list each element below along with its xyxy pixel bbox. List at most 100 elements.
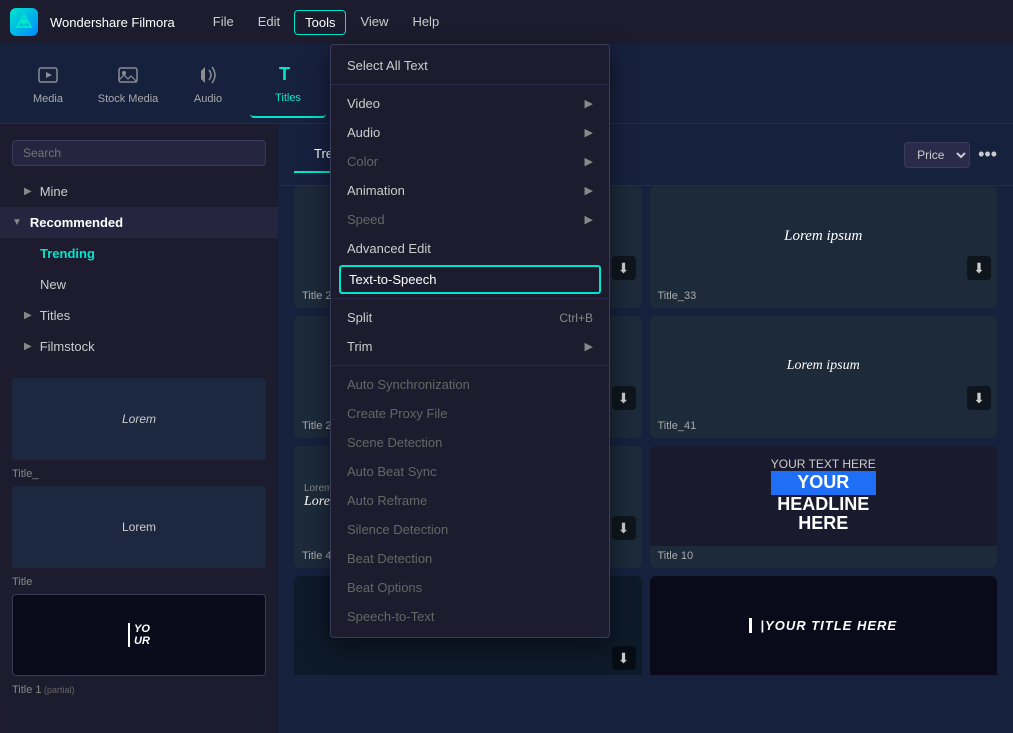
- card-label-33: Title_33: [650, 286, 998, 308]
- menu-divider-2: [331, 298, 609, 299]
- submenu-arrow-color: ▶: [585, 155, 593, 168]
- left-card-1[interactable]: Lorem: [12, 378, 266, 460]
- tab-media[interactable]: Media: [10, 50, 86, 118]
- media-icon: [36, 63, 60, 87]
- menu-color-label: Color: [347, 154, 378, 169]
- card-preview-1: |YOUR TITLE HERE: [650, 576, 998, 675]
- menu-divider-3: [331, 365, 609, 366]
- tab-audio[interactable]: Audio: [170, 50, 246, 118]
- title-card-10[interactable]: YOUR TEXT HERE YOUR HEADLINE HERE Title …: [650, 446, 998, 568]
- menu-scene-detect: Scene Detection: [331, 428, 609, 457]
- sidebar-item-titles[interactable]: ▶ Titles: [0, 300, 278, 331]
- submenu-arrow-audio: ▶: [585, 126, 593, 139]
- tab-audio-label: Audio: [194, 93, 222, 105]
- card-preview-10: YOUR TEXT HERE YOUR HEADLINE HERE: [650, 446, 998, 546]
- menu-view[interactable]: View: [350, 10, 398, 35]
- menu-speech-to-text: Speech-to-Text: [331, 602, 609, 631]
- card-text-1: |YOUR TITLE HERE: [749, 618, 897, 633]
- app-name: Wondershare Filmora: [50, 15, 175, 30]
- download-button-41[interactable]: ⬇: [967, 386, 991, 410]
- menu-speed-label: Speed: [347, 212, 385, 227]
- card-preview-41: Lorem ipsum ⬇: [650, 316, 998, 416]
- download-button-newtitle7[interactable]: ⬇: [612, 646, 636, 670]
- download-button-40[interactable]: ⬇: [612, 516, 636, 540]
- title-card-33[interactable]: Lorem ipsum ⬇ Title_33: [650, 186, 998, 308]
- svg-text:T: T: [279, 64, 290, 84]
- search-input[interactable]: [12, 140, 266, 166]
- menu-video[interactable]: Video ▶: [331, 89, 609, 118]
- menu-advanced-edit[interactable]: Advanced Edit: [331, 234, 609, 263]
- menu-beat-detect: Beat Detection: [331, 544, 609, 573]
- menu-beat-options: Beat Options: [331, 573, 609, 602]
- menu-split[interactable]: Split Ctrl+B: [331, 303, 609, 332]
- caret-filmstock-icon: ▶: [24, 341, 32, 352]
- sidebar-item-mine[interactable]: ▶ Mine: [0, 176, 278, 207]
- sidebar-recommended-label: Recommended: [30, 215, 123, 230]
- menu-auto-reframe: Auto Reframe: [331, 486, 609, 515]
- card-label-41: Title_41: [650, 416, 998, 438]
- left-card-2-label: Title: [12, 576, 266, 588]
- menu-edit[interactable]: Edit: [248, 10, 290, 35]
- more-options-button[interactable]: •••: [978, 144, 997, 165]
- titles-icon: T: [276, 62, 300, 86]
- menu-bar: File Edit Tools View Help: [203, 10, 449, 35]
- tab-titles-label: Titles: [275, 92, 301, 104]
- sidebar-item-new[interactable]: New: [0, 269, 278, 300]
- price-select[interactable]: Price Free Paid: [904, 142, 970, 168]
- sidebar-item-trending[interactable]: Trending: [0, 238, 278, 269]
- card-text-33: Lorem ipsum: [784, 228, 862, 245]
- audio-icon: [196, 63, 220, 87]
- left-card-2[interactable]: Lorem: [12, 486, 266, 568]
- menu-help[interactable]: Help: [402, 10, 449, 35]
- card-text-41: Lorem ipsum: [787, 358, 860, 374]
- headline-wrapper: YOUR TEXT HERE YOUR HEADLINE HERE: [771, 458, 876, 535]
- title-card-41[interactable]: Lorem ipsum ⬇ Title_41: [650, 316, 998, 438]
- sidebar-titles-label: Titles: [40, 308, 71, 323]
- menu-auto-beat-sync-label: Auto Beat Sync: [347, 464, 437, 479]
- sidebar-item-recommended[interactable]: ▼ Recommended: [0, 207, 278, 238]
- sidebar-item-filmstock[interactable]: ▶ Filmstock: [0, 331, 278, 362]
- left-card-3[interactable]: YOUR: [12, 594, 266, 676]
- app-logo: [10, 8, 38, 36]
- menu-create-proxy: Create Proxy File: [331, 399, 609, 428]
- menu-auto-reframe-label: Auto Reframe: [347, 493, 427, 508]
- submenu-arrow-animation: ▶: [585, 184, 593, 197]
- sidebar-search-container: [0, 134, 278, 172]
- menu-silence-detect: Silence Detection: [331, 515, 609, 544]
- tab-media-label: Media: [33, 93, 63, 105]
- menu-animation[interactable]: Animation ▶: [331, 176, 609, 205]
- card-label-10: Title 10: [650, 546, 998, 568]
- caret-mine-icon: ▶: [24, 186, 32, 197]
- menu-advanced-edit-label: Advanced Edit: [347, 241, 431, 256]
- title1-wrapper: |YOUR TITLE HERE: [733, 617, 913, 635]
- card-preview-33: Lorem ipsum ⬇: [650, 186, 998, 286]
- submenu-arrow-speed: ▶: [585, 213, 593, 226]
- menu-audio[interactable]: Audio ▶: [331, 118, 609, 147]
- title-card-1[interactable]: |YOUR TITLE HERE Title 1: [650, 576, 998, 675]
- left-card-4[interactable]: New Titl 2: [12, 702, 266, 733]
- menu-select-all-text-label: Select All Text: [347, 58, 428, 73]
- menu-auto-sync-label: Auto Synchronization: [347, 377, 470, 392]
- menu-tts-label: Text-to-Speech: [349, 272, 436, 287]
- caret-recommended-icon: ▼: [12, 217, 22, 228]
- stock-media-icon: [116, 63, 140, 87]
- tools-dropdown-menu: Select All Text Video ▶ Audio ▶ Color ▶ …: [330, 44, 610, 638]
- menu-split-shortcut: Ctrl+B: [559, 311, 593, 325]
- sidebar-mine-label: Mine: [40, 184, 68, 199]
- menu-speech-to-text-label: Speech-to-Text: [347, 609, 434, 624]
- download-button-29[interactable]: ⬇: [612, 256, 636, 280]
- submenu-arrow-trim: ▶: [585, 340, 593, 353]
- menu-animation-label: Animation: [347, 183, 405, 198]
- menu-speed: Speed ▶: [331, 205, 609, 234]
- menu-file[interactable]: File: [203, 10, 244, 35]
- left-card-3-label: Title 1 (partial): [12, 684, 266, 696]
- tab-stock-media[interactable]: Stock Media: [90, 50, 166, 118]
- menu-text-to-speech[interactable]: Text-to-Speech: [339, 265, 601, 294]
- download-button-33[interactable]: ⬇: [967, 256, 991, 280]
- menu-trim[interactable]: Trim ▶: [331, 332, 609, 361]
- menu-tools[interactable]: Tools: [294, 10, 346, 35]
- download-button-27[interactable]: ⬇: [612, 386, 636, 410]
- menu-select-all-text[interactable]: Select All Text: [331, 51, 609, 80]
- title-bar: Wondershare Filmora File Edit Tools View…: [0, 0, 1013, 44]
- tab-titles[interactable]: T Titles: [250, 50, 326, 118]
